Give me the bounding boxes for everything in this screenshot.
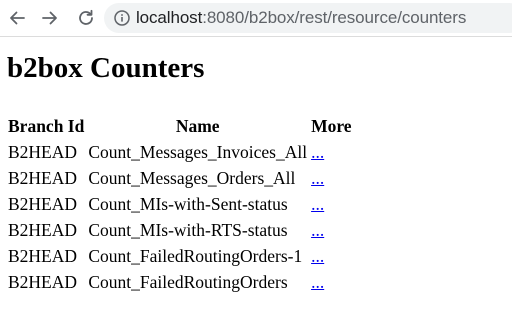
reload-icon[interactable] [74, 6, 98, 30]
more-cell: ... [310, 270, 353, 294]
forward-arrow-icon[interactable] [38, 6, 62, 30]
branch-id-cell: B2HEAD [8, 142, 78, 162]
browser-toolbar: localhost:8080/b2box/rest/resource/count… [0, 0, 512, 37]
branch-id-cell: B2HEAD [8, 220, 78, 240]
counter-name-cell: Count_Messages_Orders_All [88, 168, 296, 188]
page-title: b2box Counters [7, 52, 205, 84]
counter-name-cell: Count_MIs-with-RTS-status [88, 220, 288, 240]
table-row: B2HEAD Count_Messages_Invoices_All ... [7, 140, 353, 164]
branch-id-cell: B2HEAD [8, 272, 78, 292]
more-link[interactable]: ... [311, 272, 324, 292]
info-icon[interactable] [114, 10, 130, 26]
more-cell: ... [310, 218, 353, 242]
more-link[interactable]: ... [311, 246, 324, 266]
more-cell: ... [310, 166, 353, 190]
table-row: B2HEAD Count_MIs-with-RTS-status ... [7, 218, 353, 242]
more-cell: ... [310, 192, 353, 216]
url-text[interactable]: localhost:8080/b2box/rest/resource/count… [136, 8, 466, 28]
table-row: B2HEAD Count_FailedRoutingOrders ... [7, 270, 353, 294]
more-link[interactable]: ... [311, 194, 324, 214]
counter-name-cell: Count_Messages_Invoices_All [88, 142, 308, 162]
table-row: B2HEAD Count_Messages_Orders_All ... [7, 166, 353, 190]
counter-name-cell: Count_FailedRoutingOrders-1 [88, 246, 303, 266]
page-content: b2box Counters [7, 50, 204, 86]
url-path: :8080/b2box/rest/resource/counters [202, 8, 467, 27]
table-row: B2HEAD Count_FailedRoutingOrders-1 ... [7, 244, 353, 268]
url-host: localhost [136, 8, 203, 27]
more-cell: ... [310, 140, 353, 164]
branch-id-cell: B2HEAD [8, 194, 78, 214]
more-cell: ... [310, 244, 353, 268]
back-arrow-icon[interactable] [5, 6, 29, 30]
column-header-more: More [311, 116, 352, 136]
branch-id-cell: B2HEAD [8, 246, 78, 266]
more-link[interactable]: ... [311, 142, 324, 162]
column-header-name: Name [175, 116, 220, 136]
column-header-branch-id: Branch Id [8, 116, 85, 136]
more-link[interactable]: ... [311, 220, 324, 240]
table-row: B2HEAD Count_MIs-with-Sent-status ... [7, 192, 353, 216]
address-bar[interactable]: localhost:8080/b2box/rest/resource/count… [104, 3, 512, 33]
branch-id-cell: B2HEAD [8, 168, 78, 188]
more-link[interactable]: ... [311, 168, 324, 188]
counter-name-cell: Count_FailedRoutingOrders [88, 272, 288, 292]
counter-name-cell: Count_MIs-with-Sent-status [88, 194, 288, 214]
table-header-row: Branch Id Name More [7, 114, 353, 138]
counters-table: Branch Id Name More B2HEAD Count_Message… [5, 112, 355, 296]
